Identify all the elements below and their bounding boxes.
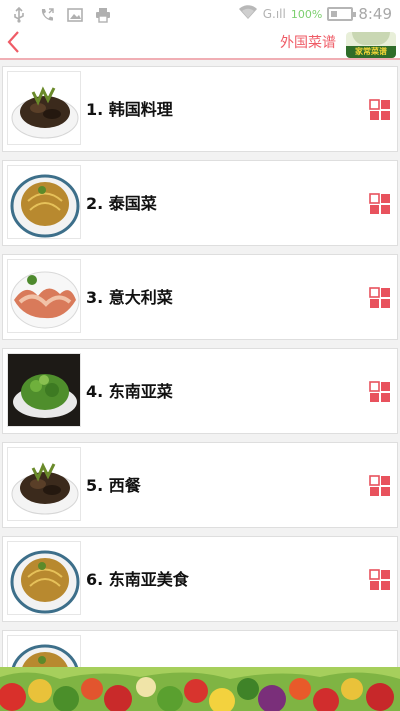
battery-icon — [327, 7, 357, 21]
clock: 8:49 — [358, 5, 392, 23]
app-screen: G.ıll 100% 8:49 外国菜谱 家常菜谱 1. 韩国料理 2. 泰国菜… — [0, 0, 400, 711]
phone-icon — [38, 6, 56, 24]
grid-icon[interactable] — [369, 287, 391, 309]
grid-icon[interactable] — [369, 381, 391, 403]
notification-icons — [10, 6, 112, 24]
grid-icon[interactable] — [369, 569, 391, 591]
dish-thumbnail — [7, 259, 81, 333]
dish-thumbnail — [7, 353, 81, 427]
grid-icon[interactable] — [369, 193, 391, 215]
status-bar: G.ıll 100% 8:49 — [0, 0, 400, 30]
image-icon — [66, 6, 84, 24]
item-label: 5. 西餐 — [86, 476, 141, 495]
back-button[interactable] — [3, 30, 23, 58]
chevron-left-icon — [6, 30, 20, 58]
list-item[interactable]: 5. 西餐 — [2, 442, 398, 528]
grid-icon[interactable] — [369, 99, 391, 121]
signal-strength: G.ıll — [262, 7, 286, 21]
list-item[interactable]: 2. 泰国菜 — [2, 160, 398, 246]
app-header: 外国菜谱 家常菜谱 — [0, 30, 400, 60]
page-title: 外国菜谱 — [280, 35, 336, 51]
dish-thumbnail — [7, 635, 81, 667]
list-item[interactable]: 6. 东南亚美食 — [2, 536, 398, 622]
logo-text: 家常菜谱 — [346, 46, 396, 58]
item-label: 3. 意大利菜 — [86, 288, 173, 307]
battery-percent: 100% — [290, 7, 323, 21]
dish-thumbnail — [7, 541, 81, 615]
item-label: 4. 东南亚菜 — [86, 382, 173, 401]
list-item[interactable]: 1. 韩国料理 — [2, 66, 398, 152]
list-item[interactable]: 4. 东南亚菜 — [2, 348, 398, 434]
vegetable-banner-image — [0, 667, 400, 711]
item-label: 2. 泰国菜 — [86, 194, 157, 213]
dish-thumbnail — [7, 447, 81, 521]
usb-icon — [10, 6, 28, 24]
wifi-icon — [238, 4, 258, 24]
dish-thumbnail — [7, 71, 81, 145]
list-item[interactable]: 3. 意大利菜 — [2, 254, 398, 340]
item-label: 1. 韩国料理 — [86, 100, 173, 119]
list-item[interactable] — [2, 630, 398, 667]
item-label: 6. 东南亚美食 — [86, 570, 189, 589]
printer-icon — [94, 6, 112, 24]
recipe-category-list: 1. 韩国料理 2. 泰国菜 3. 意大利菜 4. 东南亚菜 5. 西餐 6. … — [0, 62, 400, 667]
grid-icon[interactable] — [369, 475, 391, 497]
app-logo: 家常菜谱 — [346, 32, 396, 58]
dish-thumbnail — [7, 165, 81, 239]
system-status: G.ıll 100% 8:49 — [238, 4, 392, 24]
